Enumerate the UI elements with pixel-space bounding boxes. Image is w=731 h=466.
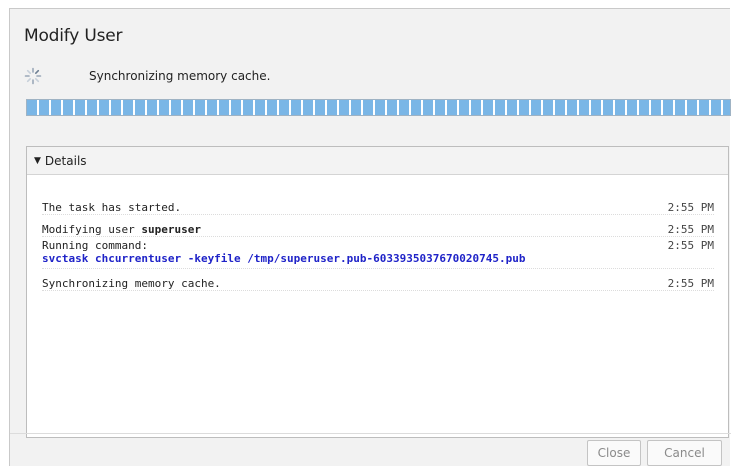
log-list: The task has started. 2:55 PM Modifying … [42,193,714,291]
status-text: Synchronizing memory cache. [89,69,271,83]
log-time: 2:55 PM [667,201,714,214]
dialog-title: Modify User [24,26,123,46]
details-header-label: Details [44,153,87,168]
caret-down-icon: ▼ [34,155,41,166]
spinner-icon [24,67,42,85]
log-entry: Running command: 2:55 PM svctask chcurre… [42,237,714,269]
log-text: Running command: [42,239,148,252]
log-command: svctask chcurrentuser -keyfile /tmp/supe… [42,252,526,265]
log-username: superuser [141,223,201,236]
cancel-button[interactable]: Cancel [647,440,722,466]
log-entry: Synchronizing memory cache. 2:55 PM [42,269,714,291]
log-text: Modifying user superuser [42,223,201,236]
log-text: The task has started. [42,201,182,214]
log-text: Synchronizing memory cache. [42,277,221,290]
details-panel: ▼ Details The task has started. 2:55 PM … [26,146,729,438]
footer-divider [10,433,731,434]
log-entry: The task has started. 2:55 PM [42,193,714,215]
log-text-prefix: Modifying user [42,223,142,236]
details-toggle[interactable]: ▼ Details [27,147,728,175]
close-button[interactable]: Close [587,440,641,466]
progress-bar [26,99,731,116]
log-time: 2:55 PM [667,223,714,236]
modify-user-dialog: Modify User Synchronizing memory cache. … [9,8,731,466]
log-time: 2:55 PM [667,239,714,252]
log-time: 2:55 PM [667,277,714,290]
log-entry: Modifying user superuser 2:55 PM [42,215,714,237]
